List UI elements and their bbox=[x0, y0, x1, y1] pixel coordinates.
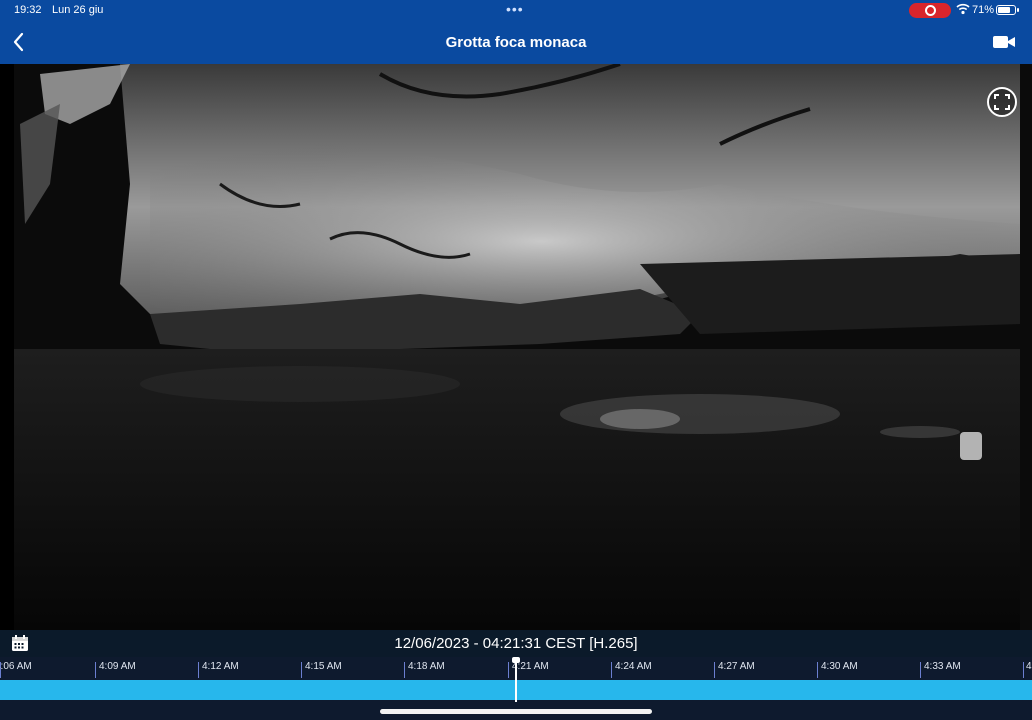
playhead[interactable] bbox=[515, 659, 517, 702]
timeline-tick-mark bbox=[198, 662, 199, 678]
timeline-tick-label: 4:30 AM bbox=[821, 661, 858, 672]
status-bar: 19:32 Lun 26 giu ••• 71% bbox=[0, 0, 1032, 22]
timeline-tick-label: 4:18 AM bbox=[408, 661, 445, 672]
timeline-tick-label: 4:15 AM bbox=[305, 661, 342, 672]
screen-recording-icon[interactable] bbox=[909, 3, 951, 18]
battery-percent: 71% bbox=[972, 4, 995, 16]
timeline-tick-label: 4:06 AM bbox=[0, 661, 32, 672]
timeline-tick-label: 4 bbox=[1026, 661, 1032, 672]
battery-icon bbox=[996, 5, 1019, 15]
wifi-icon bbox=[956, 3, 970, 18]
status-date: Lun 26 giu bbox=[52, 4, 104, 16]
timeline-tick-mark bbox=[508, 662, 509, 678]
timeline-tick-label: 4:12 AM bbox=[202, 661, 239, 672]
timeline-tick-mark bbox=[817, 662, 818, 678]
timeline-tick-label: 4:09 AM bbox=[99, 661, 136, 672]
timeline-tick-mark bbox=[611, 662, 612, 678]
timeline-tick-mark bbox=[404, 662, 405, 678]
page-title: Grotta foca monaca bbox=[445, 34, 587, 51]
status-time: 19:32 bbox=[14, 4, 42, 16]
fullscreen-icon[interactable] bbox=[987, 87, 1017, 117]
playback-info-bar: 12/06/2023 - 04:21:31 CEST [H.265] bbox=[0, 630, 1032, 657]
navigation-bar: Grotta foca monaca bbox=[0, 22, 1032, 64]
timeline-tick-mark bbox=[920, 662, 921, 678]
timeline-tick-mark bbox=[714, 662, 715, 678]
recording-timestamp: 12/06/2023 - 04:21:31 CEST [H.265] bbox=[394, 635, 638, 652]
video-camera-icon[interactable] bbox=[991, 32, 1017, 52]
timeline-tick-label: 4:27 AM bbox=[718, 661, 755, 672]
playhead-handle-icon[interactable] bbox=[512, 657, 520, 663]
timeline-tick-label: 4:33 AM bbox=[924, 661, 961, 672]
home-indicator[interactable] bbox=[380, 709, 652, 714]
timeline-tick-label: 4:24 AM bbox=[615, 661, 652, 672]
timeline-tick-mark bbox=[95, 662, 96, 678]
cave-scene bbox=[0, 64, 1032, 630]
timeline-tick-mark bbox=[301, 662, 302, 678]
multitasking-dots-icon[interactable]: ••• bbox=[506, 1, 524, 17]
camera-video-feed[interactable] bbox=[0, 64, 1032, 630]
timeline-tick-mark bbox=[1023, 662, 1024, 678]
